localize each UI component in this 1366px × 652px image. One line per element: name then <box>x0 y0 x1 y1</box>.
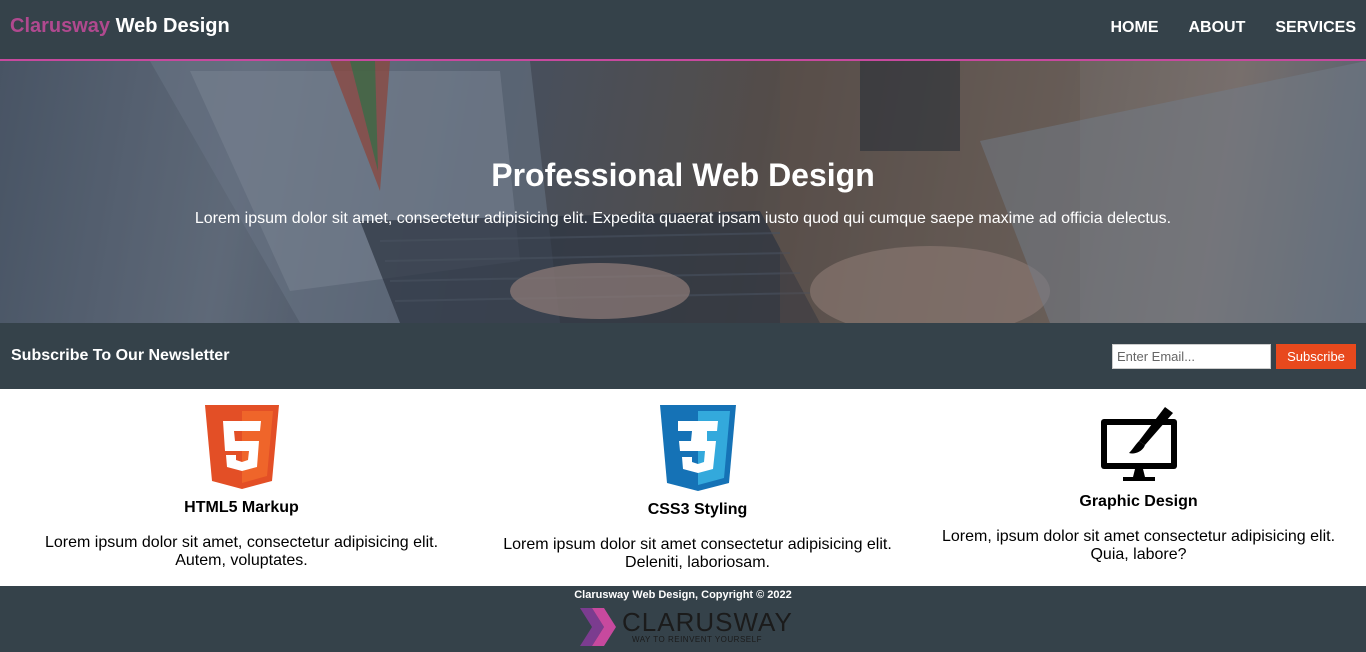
brand-rest: Web Design <box>110 15 230 37</box>
brand-logo[interactable]: Clarusway Web Design <box>10 15 230 38</box>
feature-boxes: HTML5 Markup Lorem ipsum dolor sit amet,… <box>0 389 1366 586</box>
newsletter-section: Subscribe To Our Newsletter Subscribe <box>0 323 1366 389</box>
css3-icon <box>659 405 736 491</box>
logo-name: CLARUSWAY <box>622 607 793 637</box>
feature-box-css3: CSS3 Styling Lorem ipsum dolor sit amet … <box>470 405 925 572</box>
hero-text: Lorem ipsum dolor sit amet, consectetur … <box>194 210 1172 227</box>
main-nav: HOME ABOUT SERVICES <box>1110 19 1356 37</box>
footer: Clarusway Web Design, Copyright © 2022 C… <box>0 586 1366 652</box>
graphic-design-icon <box>1100 407 1177 481</box>
newsletter-heading: Subscribe To Our Newsletter <box>11 347 230 364</box>
feature-box-graphic: Graphic Design Lorem, ipsum dolor sit am… <box>911 405 1366 564</box>
hero-title: Professional Web Design <box>491 157 875 193</box>
feature-text: Lorem ipsum dolor sit amet consectetur a… <box>503 536 892 571</box>
feature-text: Lorem, ipsum dolor sit amet consectetur … <box>941 528 1336 563</box>
newsletter-form: Subscribe <box>1112 344 1356 369</box>
html5-icon <box>204 405 279 489</box>
brand-accent: Clarusway <box>10 15 111 37</box>
copyright-text: Clarusway Web Design, Copyright © 2022 <box>574 589 792 601</box>
nav-about-link[interactable]: ABOUT <box>1188 19 1245 37</box>
nav-home-link[interactable]: HOME <box>1110 19 1158 37</box>
hero-showcase: Professional Web Design Lorem ipsum dolo… <box>0 61 1366 323</box>
feature-title: CSS3 Styling <box>647 501 748 518</box>
header: Clarusway Web Design HOME ABOUT SERVICES <box>0 0 1366 61</box>
clarusway-chevron-icon <box>580 608 616 646</box>
email-input[interactable] <box>1112 344 1271 369</box>
feature-box-html5: HTML5 Markup Lorem ipsum dolor sit amet,… <box>14 405 469 570</box>
feature-title: HTML5 Markup <box>184 499 299 516</box>
footer-logo[interactable]: CLARUSWAY WAY TO REINVENT YOURSELF <box>580 608 793 646</box>
feature-text: Lorem ipsum dolor sit amet, consectetur … <box>44 534 439 569</box>
nav-services-link[interactable]: SERVICES <box>1275 19 1356 37</box>
feature-title: Graphic Design <box>1079 493 1198 510</box>
subscribe-button[interactable]: Subscribe <box>1276 344 1356 369</box>
